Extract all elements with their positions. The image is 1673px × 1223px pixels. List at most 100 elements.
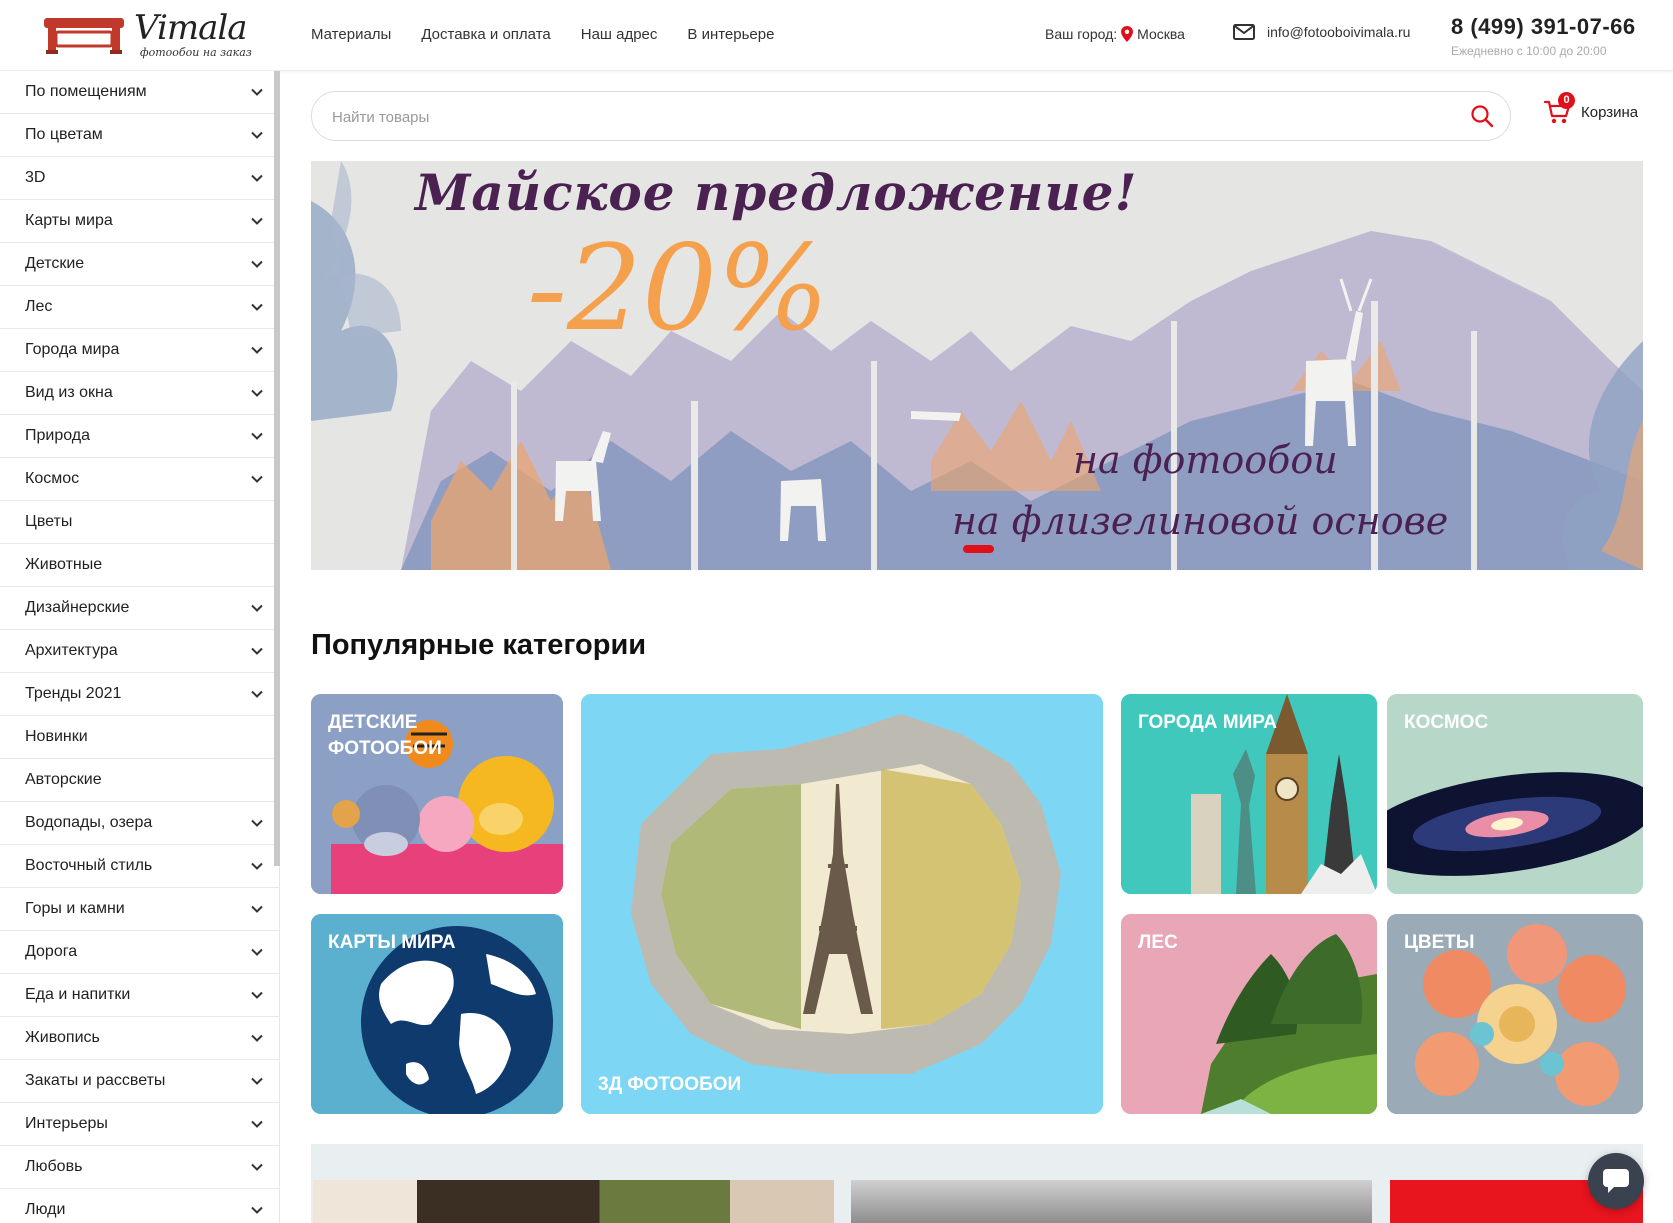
sidebar-item-label: Цветы <box>25 513 73 530</box>
chevron-down-icon[interactable] <box>251 88 263 96</box>
category-tile-kids[interactable]: Детские фотообои <box>311 694 563 894</box>
promo-banner[interactable]: Майское предложение! -20% на фотообои на… <box>311 161 1643 570</box>
sidebar-item[interactable]: Природа <box>0 415 279 458</box>
category-tile-space[interactable]: Космос <box>1387 694 1643 894</box>
category-sidebar: По помещениям По цветам 3D Карты мира Детски… <box>0 71 280 1223</box>
sidebar-item[interactable]: По цветам <box>0 114 279 157</box>
sidebar-item[interactable]: Интерьеры <box>0 1103 279 1146</box>
sidebar-item[interactable]: Любовь <box>0 1146 279 1189</box>
category-tile-forest[interactable]: Лес <box>1121 914 1377 1114</box>
chevron-down-icon[interactable] <box>251 1077 263 1085</box>
chevron-down-icon[interactable] <box>251 260 263 268</box>
tile-label-forest: Лес <box>1138 932 1178 953</box>
chevron-down-icon[interactable] <box>251 948 263 956</box>
sidebar-item[interactable]: Города мира <box>0 329 279 372</box>
chevron-down-icon[interactable] <box>251 1163 263 1171</box>
sidebar-item-label: Горы и камни <box>25 900 125 917</box>
sidebar-item-label: Лес <box>25 298 53 315</box>
phone-number[interactable]: 8 (499) 391-07-66 <box>1451 14 1636 40</box>
sidebar-item-label: Животные <box>25 556 103 573</box>
product-thumb-1[interactable] <box>313 1180 834 1223</box>
site-logo[interactable]: Vimala фотообои на заказ <box>42 8 252 62</box>
nav-link-address[interactable]: Наш адрес <box>581 26 658 43</box>
sidebar-item[interactable]: Лес <box>0 286 279 329</box>
chevron-down-icon[interactable] <box>251 690 263 698</box>
sidebar-item[interactable]: Люди <box>0 1189 279 1223</box>
category-tile-3d[interactable]: 3д фотообои <box>581 694 1103 1114</box>
chevron-down-icon[interactable] <box>251 1206 263 1214</box>
chevron-down-icon[interactable] <box>251 819 263 827</box>
chevron-down-icon[interactable] <box>251 389 263 397</box>
chevron-down-icon[interactable] <box>251 432 263 440</box>
sidebar-item[interactable]: Тренды 2021 <box>0 673 279 716</box>
sidebar-item-label: Живопись <box>25 1029 100 1046</box>
sidebar-item[interactable]: Животные <box>0 544 279 587</box>
category-tile-maps[interactable]: Карты мира <box>311 914 563 1114</box>
sidebar-scrollbar[interactable] <box>274 71 280 866</box>
city-label: Ваш город: <box>1045 26 1118 42</box>
sidebar-item[interactable]: Закаты и рассветы <box>0 1060 279 1103</box>
sidebar-item[interactable]: Архитектура <box>0 630 279 673</box>
chevron-down-icon[interactable] <box>251 217 263 225</box>
sidebar-item-label: Авторские <box>25 771 102 788</box>
sidebar-item[interactable]: Восточный стиль <box>0 845 279 888</box>
popular-categories-title: Популярные категории <box>311 629 647 661</box>
category-tile-cities[interactable]: Города мира <box>1121 694 1377 894</box>
logo-subtitle: фотообои на заказ <box>140 46 252 59</box>
chevron-down-icon[interactable] <box>251 131 263 139</box>
sidebar-item[interactable]: По помещениям <box>0 71 279 114</box>
nav-link-delivery[interactable]: Доставка и оплата <box>421 26 550 43</box>
sidebar-item[interactable]: Детские <box>0 243 279 286</box>
sidebar-item[interactable]: Живопись <box>0 1017 279 1060</box>
nav-link-materials[interactable]: Материалы <box>311 26 391 43</box>
cart-button[interactable]: 0 Корзина <box>1543 92 1638 126</box>
chevron-down-icon[interactable] <box>251 1120 263 1128</box>
sidebar-item-label: Космос <box>25 470 80 487</box>
carousel-dot-active[interactable] <box>963 545 994 553</box>
city-selector[interactable]: Ваш город: Москва <box>1045 26 1185 42</box>
chevron-down-icon[interactable] <box>251 346 263 354</box>
chat-button[interactable] <box>1588 1153 1644 1209</box>
sidebar-item-label: Города мира <box>25 341 120 358</box>
chevron-down-icon[interactable] <box>251 862 263 870</box>
nav-link-interior[interactable]: В интерьере <box>687 26 774 43</box>
sidebar-item[interactable]: Водопады, озера <box>0 802 279 845</box>
chevron-down-icon[interactable] <box>251 905 263 913</box>
chevron-down-icon[interactable] <box>251 991 263 999</box>
sidebar-item-label: Еда и напитки <box>25 986 131 1003</box>
chevron-down-icon[interactable] <box>251 303 263 311</box>
sidebar-item[interactable]: Дизайнерские <box>0 587 279 630</box>
sidebar-item-label: 3D <box>25 169 46 186</box>
sidebar-item[interactable]: Еда и напитки <box>0 974 279 1017</box>
chevron-down-icon[interactable] <box>251 174 263 182</box>
search-bar <box>311 91 1511 141</box>
sidebar-item[interactable]: Цветы <box>0 501 279 544</box>
banner-line-1: на фотообои <box>1073 438 1338 482</box>
sidebar-item[interactable]: Авторские <box>0 759 279 802</box>
email-link[interactable]: info@fotooboivimala.ru <box>1233 24 1410 40</box>
email-text: info@fotooboivimala.ru <box>1267 24 1411 40</box>
top-navigation: Материалы Доставка и оплата Наш адрес В … <box>311 26 774 43</box>
product-thumb-2[interactable] <box>851 1180 1372 1223</box>
tile-label-maps: Карты мира <box>328 932 456 953</box>
sidebar-item[interactable]: Вид из окна <box>0 372 279 415</box>
sidebar-item[interactable]: Горы и камни <box>0 888 279 931</box>
sidebar-item-label: По помещениям <box>25 83 147 100</box>
chevron-down-icon[interactable] <box>251 1034 263 1042</box>
banner-line-2: на флизелиновой основе <box>952 499 1449 543</box>
product-strip <box>311 1144 1643 1223</box>
sidebar-item[interactable]: Дорога <box>0 931 279 974</box>
sidebar-item[interactable]: 3D <box>0 157 279 200</box>
sidebar-item[interactable]: Космос <box>0 458 279 501</box>
search-input[interactable] <box>332 104 1432 130</box>
category-tile-flowers[interactable]: Цветы <box>1387 914 1643 1114</box>
chevron-down-icon[interactable] <box>251 604 263 612</box>
search-icon[interactable] <box>1470 104 1494 128</box>
chat-bubble-icon <box>1603 1169 1629 1193</box>
envelope-icon <box>1233 24 1255 40</box>
chevron-down-icon[interactable] <box>251 475 263 483</box>
chevron-down-icon[interactable] <box>251 647 263 655</box>
sidebar-item[interactable]: Карты мира <box>0 200 279 243</box>
banner-title: Майское предложение! <box>415 163 1138 222</box>
sidebar-item[interactable]: Новинки <box>0 716 279 759</box>
